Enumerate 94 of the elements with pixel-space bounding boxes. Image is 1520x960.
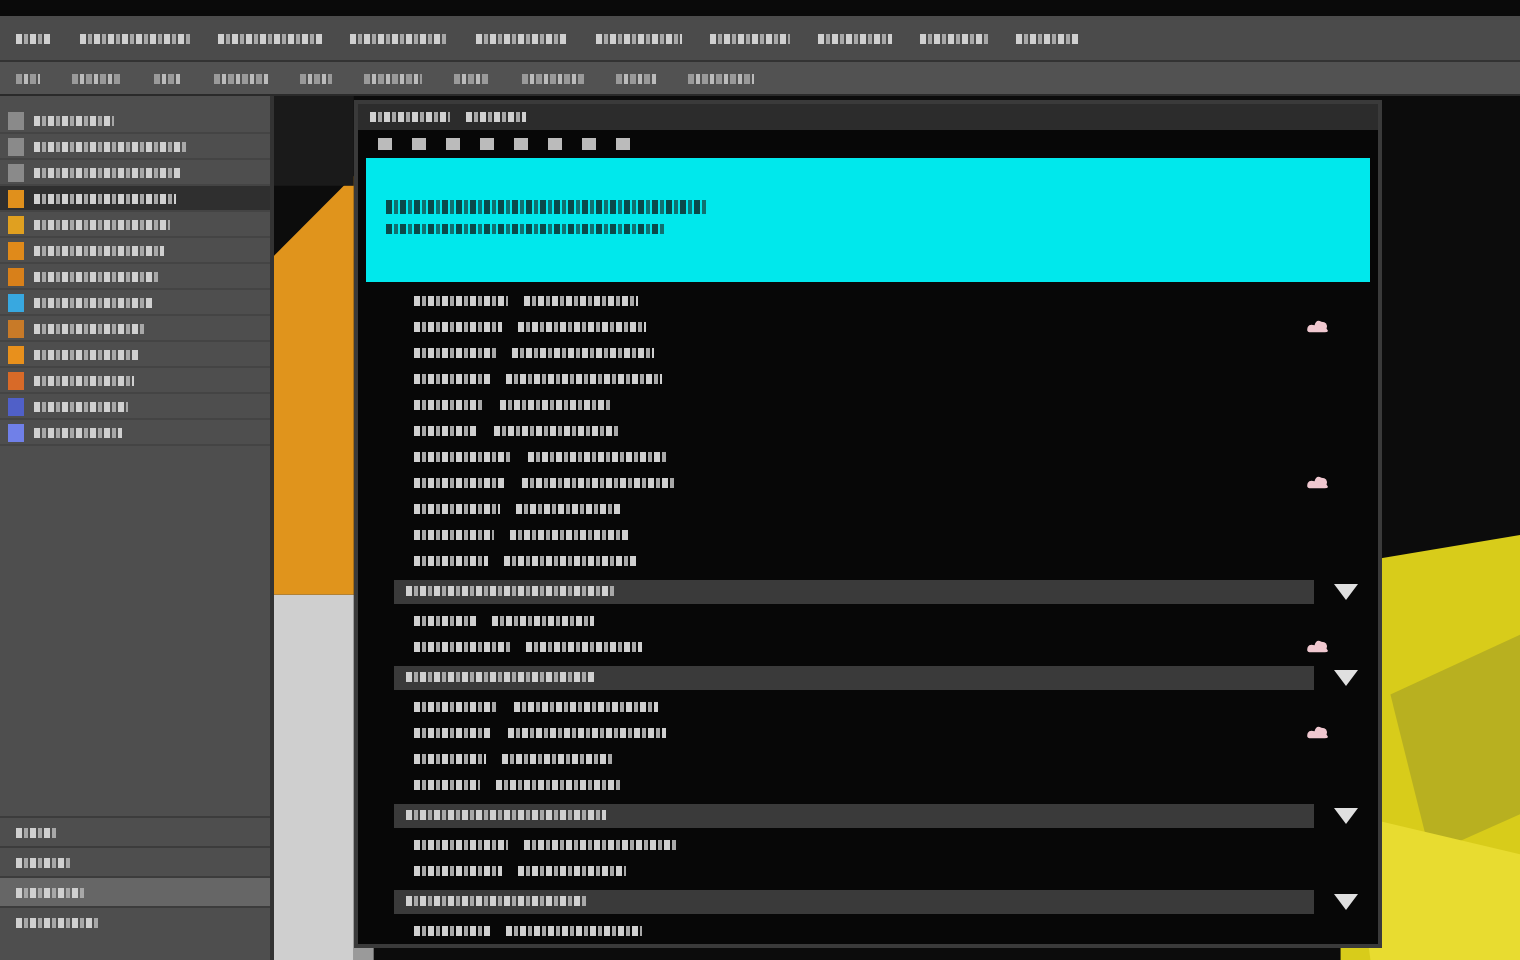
illegible-text [414,426,478,436]
layer-item[interactable] [0,238,270,264]
illegible-text[interactable] [596,33,682,43]
caret-icon[interactable] [1330,579,1362,603]
illegible-text [526,642,642,652]
illegible-text [414,296,508,306]
illegible-text [494,426,618,436]
illegible-text [414,616,476,626]
illegible-text [16,887,84,897]
layer-item[interactable] [0,342,270,368]
illegible-text [414,374,490,384]
illegible-text [514,702,658,712]
illegible-text [502,754,614,764]
layer-item[interactable] [0,108,270,134]
illegible-text [512,348,654,358]
illegible-text [504,556,638,566]
illegible-text [414,754,486,764]
illegible-text [414,348,496,358]
illegible-text [34,115,114,125]
illegible-text [34,323,146,333]
illegible-text [34,427,122,437]
layer-item[interactable] [0,420,270,446]
illegible-text [414,452,512,462]
illegible-text [496,780,622,790]
layer-item[interactable] [0,212,270,238]
illegible-text[interactable] [818,33,892,43]
illegible-text[interactable] [16,73,40,83]
illegible-text [34,245,164,255]
illegible-text [34,349,140,359]
illegible-text [414,780,480,790]
layer-item[interactable] [0,134,270,160]
illegible-text[interactable] [466,112,526,122]
illegible-text [414,322,502,332]
illegible-text [16,857,70,867]
caret-icon[interactable] [1330,803,1362,827]
layer-item[interactable] [0,368,270,394]
illegible-text [518,866,626,876]
illegible-text[interactable] [72,73,122,83]
illegible-text [34,297,152,307]
illegible-text[interactable] [454,73,490,83]
illegible-text[interactable] [364,73,422,83]
illegible-text[interactable] [476,33,568,43]
illegible-text [414,478,506,488]
illegible-text[interactable] [218,33,322,43]
illegible-text[interactable] [616,73,656,83]
illegible-text[interactable] [154,73,182,83]
illegible-text [414,400,484,410]
illegible-text [492,616,594,626]
illegible-text [528,452,666,462]
illegible-text [16,917,98,927]
illegible-text [16,827,56,837]
illegible-text[interactable] [710,33,790,43]
illegible-text [414,728,492,738]
illegible-text [510,530,630,540]
illegible-text [500,400,610,410]
illegible-text [506,926,642,936]
illegible-text [414,642,510,652]
layer-item[interactable] [0,186,270,212]
illegible-text [414,926,490,936]
illegible-text [414,530,494,540]
illegible-text [34,193,176,203]
illegible-text [518,322,646,332]
layer-item[interactable] [0,394,270,420]
caret-icon[interactable] [1330,889,1362,913]
caret-icon[interactable] [1330,665,1362,689]
illegible-text[interactable] [688,73,754,83]
illegible-text[interactable] [522,73,584,83]
layer-item[interactable] [0,264,270,290]
illegible-text [34,271,158,281]
illegible-text[interactable] [80,33,190,43]
panel-row[interactable] [0,876,270,906]
illegible-text [414,504,500,514]
illegible-text [414,702,498,712]
layer-item[interactable] [0,316,270,342]
illegible-text[interactable] [370,112,450,122]
illegible-text [34,375,134,385]
illegible-text [516,504,622,514]
illegible-text [414,866,502,876]
illegible-text [524,296,638,306]
layer-item[interactable] [0,290,270,316]
illegible-text[interactable] [16,33,52,43]
illegible-text [414,556,488,566]
illegible-text [414,840,508,850]
illegible-text[interactable] [920,33,988,43]
illegible-text[interactable] [350,33,448,43]
group-bar[interactable] [394,665,1314,689]
illegible-text [34,401,128,411]
illegible-text[interactable] [1016,33,1078,43]
illegible-text [34,219,170,229]
group-bar[interactable] [394,579,1314,603]
illegible-text[interactable] [214,73,268,83]
group-bar[interactable] [394,803,1314,827]
group-bar[interactable] [394,889,1314,913]
illegible-text[interactable] [300,73,332,83]
